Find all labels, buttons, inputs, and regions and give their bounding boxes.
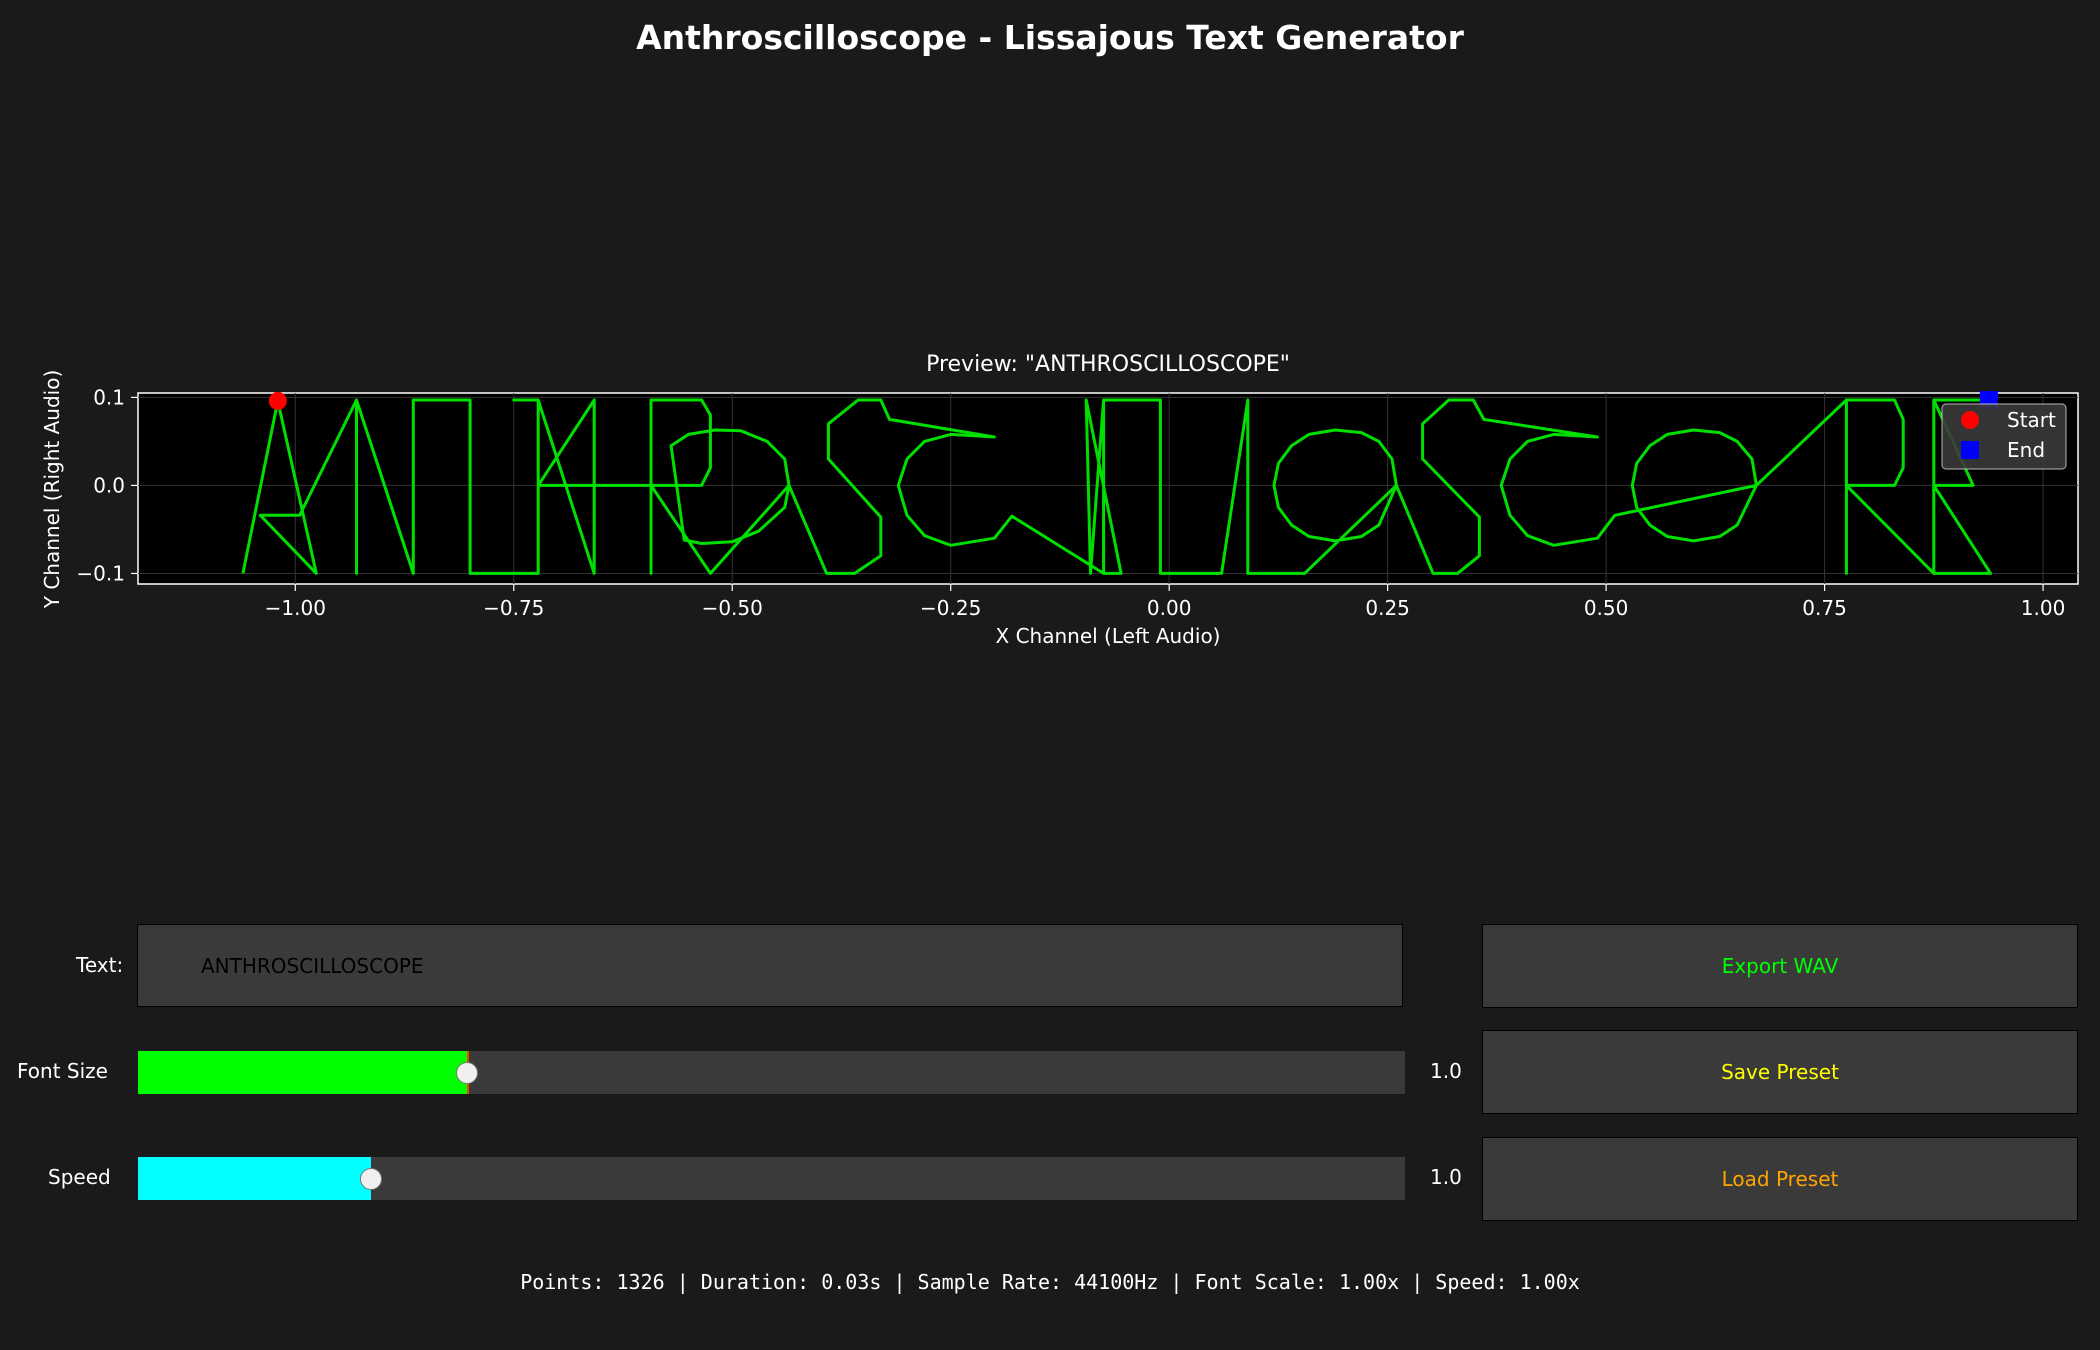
y-tick-label: 0.1	[93, 385, 125, 409]
speed-label: Speed	[48, 1165, 111, 1189]
legend-label: End	[2007, 438, 2045, 462]
start-marker	[268, 391, 287, 410]
legend-start-marker	[1961, 411, 1979, 429]
font-size-slider[interactable]	[138, 1051, 1405, 1094]
text-label: Text:	[76, 953, 124, 977]
speed-slider-handle[interactable]	[360, 1168, 383, 1190]
x-tick-label: 0.75	[1802, 596, 1847, 620]
x-tick-label: −0.25	[920, 596, 981, 620]
x-tick-label: 0.00	[1147, 596, 1192, 620]
x-tick-label: −0.50	[702, 596, 763, 620]
lissajous-preview-chart: Preview: "ANTHROSCILLOSCOPE" −1.00 −0.75 −…	[40, 352, 2079, 648]
speed-slider-fill	[138, 1157, 372, 1200]
x-tick-label: 0.25	[1365, 596, 1410, 620]
export-wav-button[interactable]: Export WAV	[1482, 924, 2078, 1008]
x-tick-label: 1.00	[2021, 596, 2066, 620]
save-preset-button[interactable]: Save Preset	[1482, 1030, 2078, 1114]
plot-area	[137, 392, 2079, 585]
speed-value: 1.0	[1430, 1165, 1462, 1189]
x-axis-label: X Channel (Left Audio)	[996, 624, 1221, 648]
legend-label: Start	[2007, 408, 2056, 432]
y-tick-label: 0.0	[93, 473, 125, 497]
speed-slider[interactable]	[138, 1157, 1405, 1200]
font-size-slider-handle[interactable]	[456, 1062, 479, 1084]
status-bar: Points: 1326 | Duration: 0.03s | Sample …	[520, 1270, 1580, 1294]
font-size-label: Font Size	[17, 1059, 108, 1083]
text-input[interactable]	[137, 924, 1403, 1007]
y-tick-label: −0.1	[76, 561, 125, 585]
x-tick-label: −0.75	[483, 596, 544, 620]
legend-end-marker	[1961, 441, 1979, 459]
chart-title: Preview: "ANTHROSCILLOSCOPE"	[926, 352, 1290, 377]
y-axis-label: Y Channel (Right Audio)	[40, 370, 64, 610]
load-preset-button[interactable]: Load Preset	[1482, 1137, 2078, 1221]
font-size-slider-fill	[138, 1051, 470, 1094]
chart-legend: Start End	[1941, 403, 2067, 470]
x-tick-label: −1.00	[265, 596, 326, 620]
x-tick-label: 0.50	[1584, 596, 1629, 620]
font-size-value: 1.0	[1430, 1059, 1462, 1083]
